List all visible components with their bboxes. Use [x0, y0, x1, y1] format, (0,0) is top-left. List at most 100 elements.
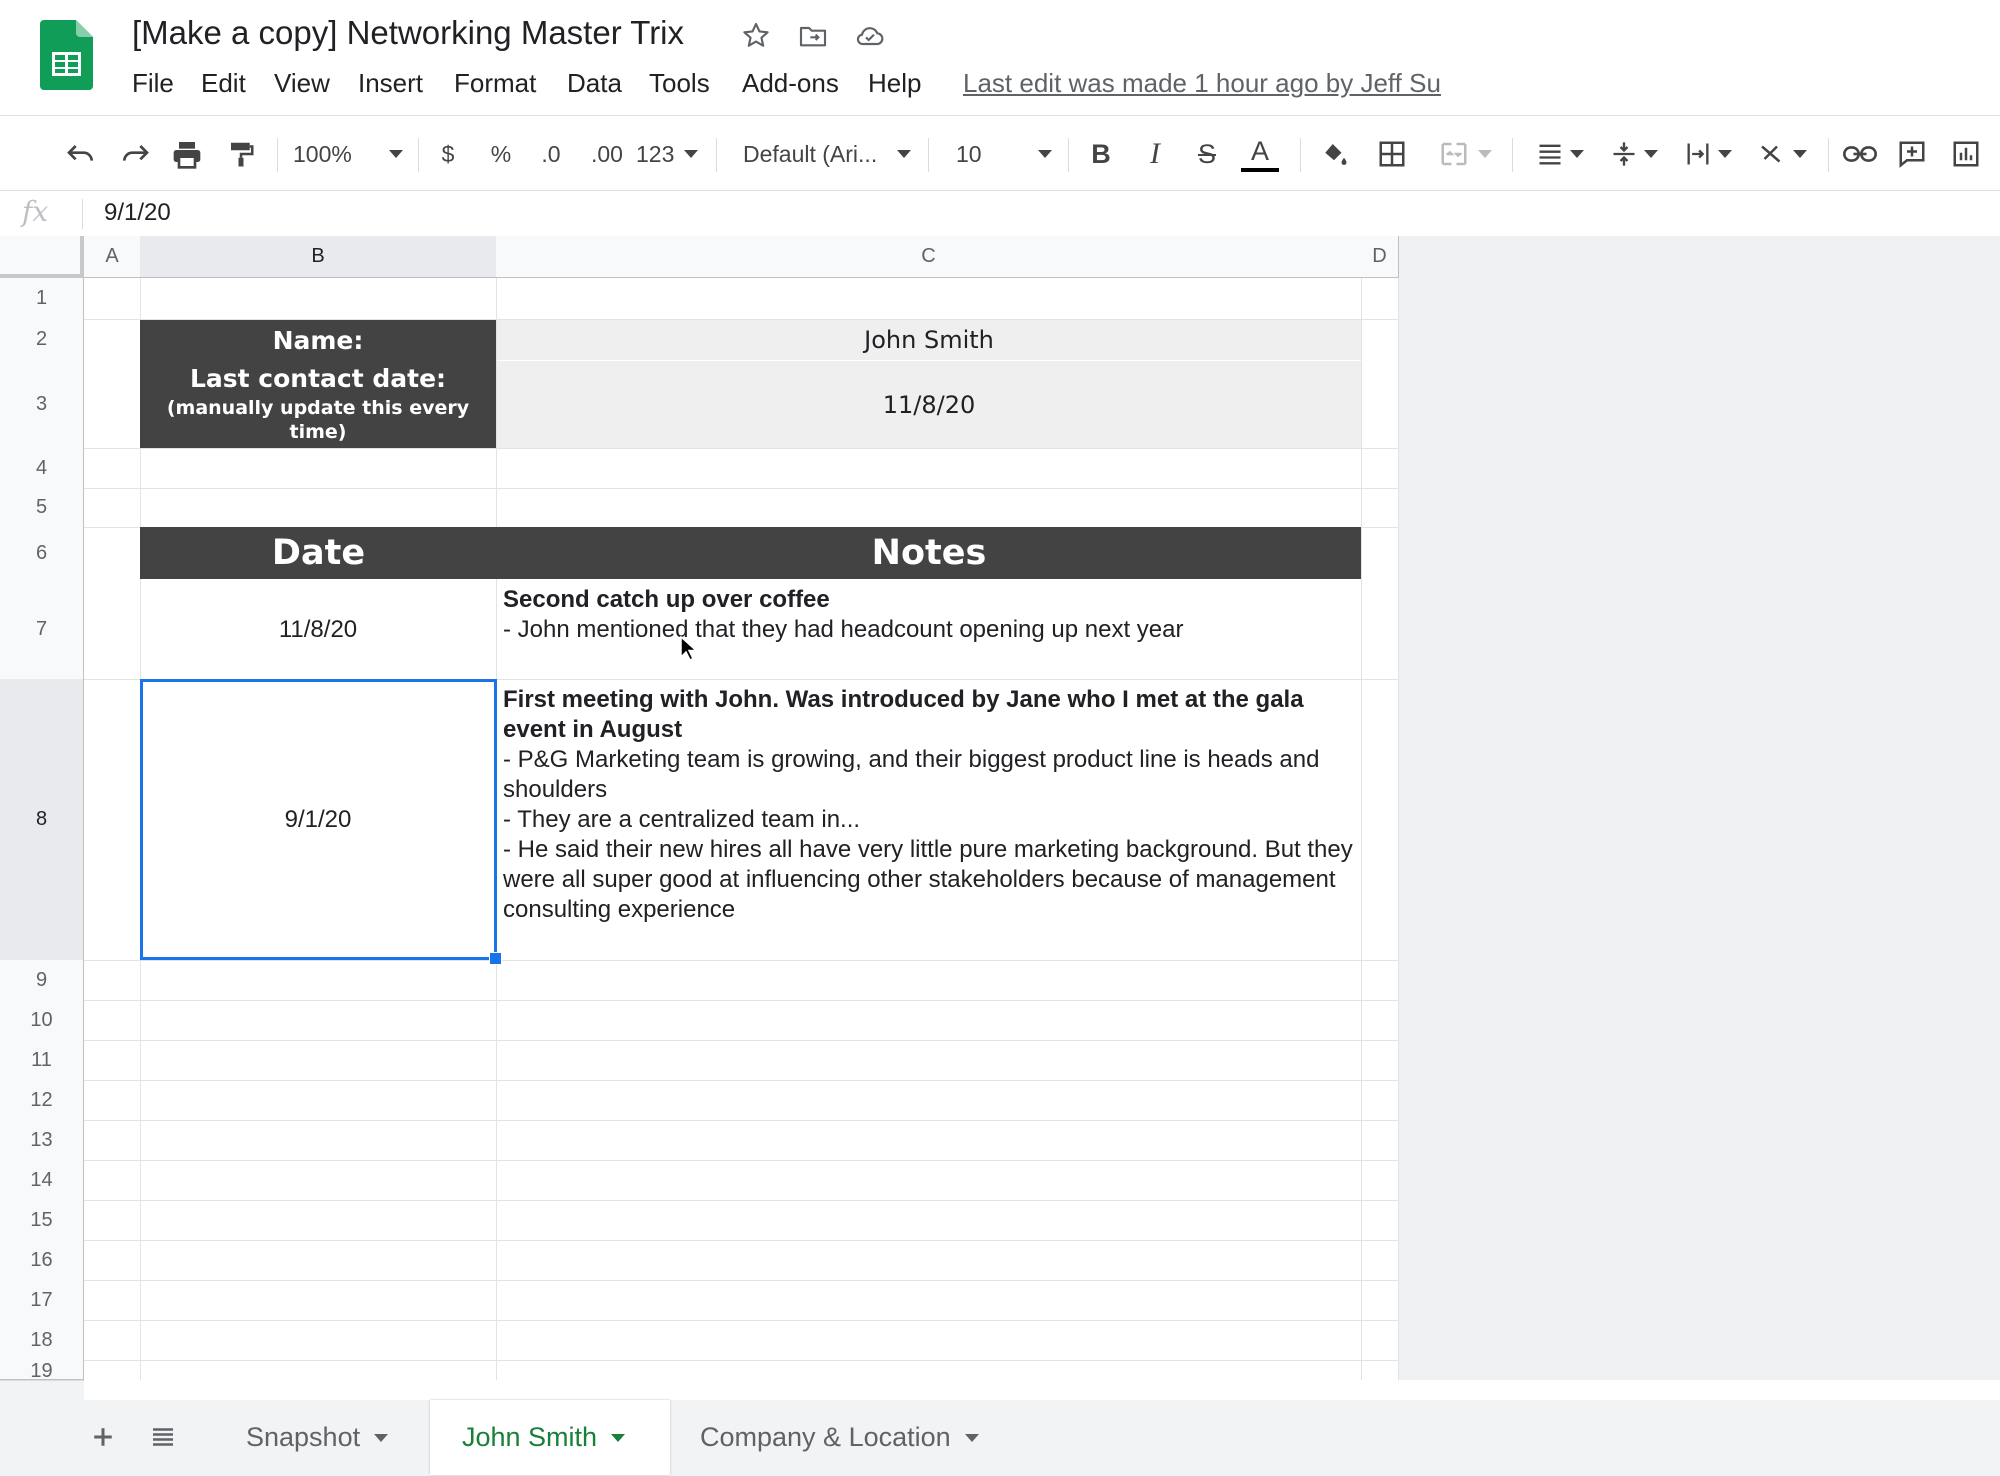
menu-format[interactable]: Format	[454, 68, 536, 99]
vertical-align-icon[interactable]	[1604, 136, 1664, 172]
note-line: - They are a centralized team in...	[503, 806, 861, 833]
align-icon[interactable]	[1530, 136, 1590, 172]
row-header[interactable]: 19	[0, 1360, 84, 1380]
fill-color-icon[interactable]	[1316, 136, 1352, 172]
note-line: - John mentioned that they had headcount…	[503, 616, 1184, 643]
row-header[interactable]: 13	[0, 1120, 84, 1161]
row-header[interactable]: 6	[0, 527, 84, 580]
chevron-down-icon	[1038, 150, 1052, 158]
sheet-tab-company-location[interactable]: Company & Location	[672, 1400, 1003, 1475]
percent-format-button[interactable]: %	[485, 136, 517, 172]
chart-icon[interactable]	[1948, 136, 1984, 172]
print-icon[interactable]	[168, 136, 206, 172]
menu-file[interactable]: File	[132, 68, 174, 99]
gridline	[84, 960, 1398, 961]
horizontal-scroll-area[interactable]	[84, 1380, 2000, 1400]
name-value-cell[interactable]: John Smith	[497, 320, 1361, 360]
italic-button[interactable]: I	[1140, 136, 1170, 172]
text-rotate-icon[interactable]	[1752, 136, 1812, 172]
menu-help[interactable]: Help	[868, 68, 921, 99]
star-icon[interactable]	[740, 20, 772, 52]
currency-format-button[interactable]: $	[432, 136, 464, 172]
date-cell[interactable]: 11/8/20	[140, 616, 496, 644]
menu-edit[interactable]: Edit	[201, 68, 246, 99]
row-header[interactable]: 3	[0, 360, 84, 449]
gridline	[1398, 278, 1399, 1380]
undo-icon[interactable]	[62, 136, 100, 172]
chevron-down-icon	[1478, 150, 1492, 158]
row-header[interactable]: 5	[0, 488, 84, 528]
column-header-c[interactable]: C	[496, 236, 1362, 278]
sheet-tab-john-smith[interactable]: John Smith	[430, 1400, 670, 1475]
notes-header: Notes	[871, 533, 987, 573]
gridline	[84, 1080, 1398, 1081]
last-contact-value: 11/8/20	[882, 391, 976, 419]
menu-insert[interactable]: Insert	[358, 68, 423, 99]
row-header[interactable]: 9	[0, 960, 84, 1001]
notes-cell[interactable]: Second catch up over coffee - John menti…	[503, 585, 1355, 645]
row-header[interactable]: 18	[0, 1320, 84, 1361]
increase-decimal-button[interactable]: .00	[585, 136, 629, 172]
add-sheet-icon[interactable]	[88, 1422, 118, 1452]
column-header-a[interactable]: A	[84, 236, 141, 278]
toolbar-separator	[716, 138, 717, 172]
menu-tools[interactable]: Tools	[649, 68, 710, 99]
paint-format-icon[interactable]	[222, 136, 260, 172]
sheets-logo-icon[interactable]	[40, 20, 93, 90]
row-header[interactable]: 8	[0, 679, 84, 961]
row-header[interactable]: 14	[0, 1160, 84, 1201]
toolbar-separator	[277, 138, 278, 172]
chevron-down-icon	[1570, 150, 1584, 158]
text-color-button[interactable]: A	[1240, 136, 1280, 172]
row-header[interactable]: 7	[0, 579, 84, 680]
bold-button[interactable]: B	[1086, 136, 1116, 172]
redo-icon[interactable]	[116, 136, 154, 172]
merge-cells-icon[interactable]	[1430, 136, 1500, 172]
formula-bar: fx 9/1/20	[0, 190, 2000, 237]
font-size-select[interactable]: 10	[956, 136, 1052, 172]
menu-view[interactable]: View	[274, 68, 330, 99]
date-header: Date	[271, 533, 366, 573]
table-header-row: Date Notes	[140, 527, 1361, 579]
text-wrap-icon[interactable]	[1678, 136, 1738, 172]
toolbar-separator	[1068, 138, 1069, 172]
row-header[interactable]: 15	[0, 1200, 84, 1241]
notes-cell[interactable]: First meeting with John. Was introduced …	[503, 685, 1355, 925]
label-cell[interactable]: Name: Last contact date: (manually updat…	[140, 320, 496, 448]
text-color-label: A	[1250, 136, 1269, 166]
strikethrough-button[interactable]: S	[1192, 136, 1222, 172]
row-header[interactable]: 16	[0, 1240, 84, 1281]
formula-input[interactable]: 9/1/20	[104, 199, 171, 227]
row-header[interactable]: 11	[0, 1040, 84, 1081]
last-contact-value-cell[interactable]: 11/8/20	[497, 361, 1361, 448]
last-contact-label: Last contact date:	[189, 364, 447, 393]
last-edit-link[interactable]: Last edit was made 1 hour ago by Jeff Su	[963, 68, 1441, 99]
select-all-corner[interactable]	[0, 236, 84, 278]
font-family-select[interactable]: Default (Ari...	[743, 136, 911, 172]
document-title[interactable]: [Make a copy] Networking Master Trix	[132, 14, 684, 52]
row-header[interactable]: 10	[0, 1000, 84, 1041]
sheet-tab-snapshot[interactable]: Snapshot	[222, 1400, 412, 1475]
gridline	[84, 1240, 1398, 1241]
row-header[interactable]: 12	[0, 1080, 84, 1121]
all-sheets-icon[interactable]	[148, 1422, 178, 1452]
formula-separator	[82, 199, 83, 229]
zoom-select[interactable]: 100%	[293, 136, 403, 172]
menu-addons[interactable]: Add-ons	[742, 68, 839, 99]
decrease-decimal-button[interactable]: .0	[533, 136, 569, 172]
row-header[interactable]: 17	[0, 1280, 84, 1321]
cloud-status-icon[interactable]	[854, 20, 886, 52]
comment-icon[interactable]	[1894, 136, 1930, 172]
row-header[interactable]: 2	[0, 319, 84, 361]
row-header[interactable]: 1	[0, 278, 84, 320]
row-header[interactable]: 4	[0, 448, 84, 489]
menu-data[interactable]: Data	[567, 68, 622, 99]
borders-icon[interactable]	[1374, 136, 1410, 172]
column-header-b[interactable]: B	[140, 236, 497, 278]
fill-handle[interactable]	[489, 952, 502, 965]
toolbar-separator	[1512, 138, 1513, 172]
column-header-d[interactable]: D	[1361, 236, 1399, 278]
more-formats-select[interactable]: 123	[636, 136, 698, 172]
link-icon[interactable]	[1840, 136, 1880, 172]
move-folder-icon[interactable]	[797, 20, 829, 52]
